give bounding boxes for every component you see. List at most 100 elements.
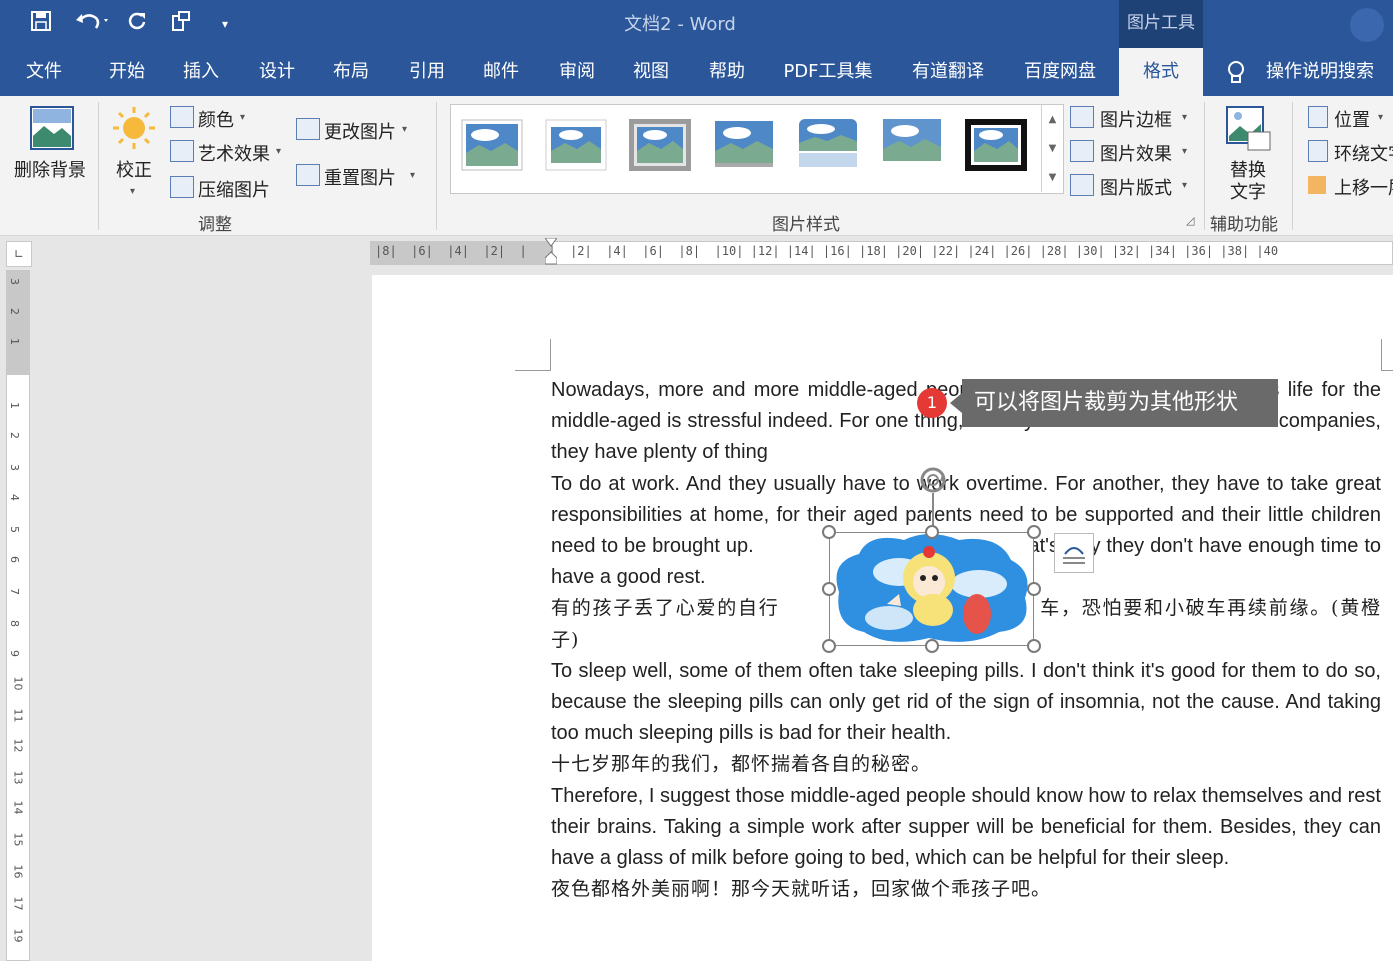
resize-handle[interactable] [1027, 582, 1041, 596]
ruler-number: 19 [11, 928, 25, 943]
alt-text-label-line2: 文字 [1230, 182, 1266, 203]
style-thumbnail[interactable] [545, 119, 607, 171]
undo-icon[interactable] [72, 10, 112, 38]
ruler-number: 17 [11, 896, 25, 911]
wrap-text-button[interactable]: 环绕文字 [1306, 140, 1393, 166]
position-label: 位置 [1334, 110, 1370, 131]
remove-background-button[interactable]: 删除背景 [12, 100, 90, 190]
indent-marker-icon[interactable] [544, 237, 558, 268]
resize-handle[interactable] [925, 639, 939, 653]
ruler-number: 1 [8, 338, 21, 345]
app-name: Word [689, 14, 736, 35]
remove-background-label: 删除背景 [14, 160, 86, 181]
color-button[interactable]: 颜色 ▾ [170, 106, 280, 132]
tab-layout[interactable]: 布局 [322, 48, 380, 96]
tell-me-search[interactable]: 操作说明搜索 [1258, 48, 1382, 96]
ruler-number: 2 [8, 432, 21, 439]
tab-references[interactable]: 引用 [398, 48, 456, 96]
group-separator [1292, 102, 1293, 230]
reset-picture-label: 重置图片 [324, 168, 396, 189]
redo-icon[interactable] [124, 10, 150, 38]
resize-handle[interactable] [822, 525, 836, 539]
tab-review[interactable]: 审阅 [548, 48, 606, 96]
bring-forward-label: 上移一层 [1334, 178, 1393, 199]
chevron-down-icon: ▾ [410, 170, 416, 181]
artistic-effects-button[interactable]: 艺术效果 ▾ [170, 140, 290, 166]
tab-selector-icon[interactable]: ∟ [6, 241, 32, 267]
ruler-number: 14 [11, 800, 25, 815]
style-thumbnail[interactable] [965, 119, 1027, 171]
compress-pictures-button[interactable]: 压缩图片 [170, 176, 280, 202]
style-thumbnail[interactable] [461, 119, 523, 171]
artistic-effects-label: 艺术效果 [198, 144, 270, 165]
resize-handle[interactable] [925, 525, 939, 539]
tab-file[interactable]: 文件 [12, 48, 76, 96]
tab-design[interactable]: 设计 [248, 48, 306, 96]
corrections-button[interactable]: 校正 ▾ [106, 100, 162, 200]
position-button[interactable]: 位置 ▾ [1306, 106, 1393, 132]
picture-effects-label: 图片效果 [1100, 144, 1172, 165]
resize-handle[interactable] [822, 582, 836, 596]
dialog-launcher-icon[interactable]: ◿ [1186, 214, 1194, 227]
change-picture-button[interactable]: 更改图片 ▾ [296, 118, 416, 144]
vertical-ruler[interactable]: 3 2 1 1 2 3 4 5 6 7 8 9 10 11 12 13 14 1… [6, 270, 30, 961]
picture-selection-frame [829, 532, 1034, 646]
ribbon-tab-bar: 文件 开始 插入 设计 布局 引用 邮件 审阅 视图 帮助 PDF工具集 有道翻… [0, 48, 1393, 96]
chevron-down-icon: ▾ [1378, 112, 1384, 123]
paragraph[interactable]: To sleep well, some of them often take s… [551, 656, 1381, 750]
style-thumbnail[interactable] [797, 119, 859, 171]
tab-youdao-translate[interactable]: 有道翻译 [902, 48, 994, 96]
tab-help[interactable]: 帮助 [698, 48, 756, 96]
step-badge: 1 [917, 388, 947, 418]
margin-corner-mark [1381, 339, 1393, 371]
group-separator [436, 102, 437, 230]
picture-border-button[interactable]: 图片边框 ▾ [1070, 106, 1200, 132]
resize-handle[interactable] [1027, 639, 1041, 653]
picture-effects-button[interactable]: 图片效果 ▾ [1070, 140, 1200, 166]
resize-handle[interactable] [1027, 525, 1041, 539]
tab-view[interactable]: 视图 [622, 48, 680, 96]
remove-background-icon [30, 106, 74, 150]
picture-layout-button[interactable]: 图片版式 ▾ [1070, 174, 1200, 200]
color-icon [170, 106, 194, 128]
layout-options-button[interactable] [1054, 533, 1094, 573]
gallery-scroll-up-icon[interactable]: ▲ [1041, 105, 1063, 134]
ruler-number: 3 [8, 464, 21, 471]
tab-home[interactable]: 开始 [98, 48, 156, 96]
horizontal-ruler[interactable]: ∟ |8| |6| |4| |2| | | |2| |4| |6| |8| |1… [0, 237, 1393, 275]
ruler-number: 16 [11, 864, 25, 879]
save-icon[interactable] [28, 10, 54, 38]
style-thumbnail[interactable] [881, 119, 943, 171]
alt-text-button[interactable]: 替换 文字 [1216, 100, 1282, 203]
tab-baidu-netdisk[interactable]: 百度网盘 [1014, 48, 1106, 96]
selected-picture[interactable] [822, 525, 1041, 653]
account-avatar[interactable] [1350, 8, 1384, 42]
document-page[interactable]: Nowadays, more and more middle-aged peop… [372, 275, 1393, 961]
reset-picture-icon [296, 164, 320, 186]
style-thumbnail[interactable] [629, 119, 691, 171]
paragraph[interactable]: 十七岁那年的我们，都怀揣着各自的秘密。 [551, 749, 1381, 780]
customize-qat-icon[interactable]: ▾ [212, 10, 238, 38]
wrap-text-icon [1308, 140, 1328, 162]
gallery-scroll-down-icon[interactable]: ▼ [1041, 134, 1063, 163]
document-name: 文档2 [624, 14, 672, 35]
lightbulb-icon [1226, 60, 1246, 90]
position-icon [1308, 106, 1328, 128]
tab-mailings[interactable]: 邮件 [472, 48, 530, 96]
paragraph[interactable]: Therefore, I suggest those middle-aged p… [551, 781, 1381, 875]
paragraph[interactable]: 夜色都格外美丽啊！那今天就听话，回家做个乖孩子吧。 [551, 874, 1381, 905]
bring-forward-button[interactable]: 上移一层 [1306, 174, 1393, 200]
tab-pdf-tools[interactable]: PDF工具集 [776, 48, 880, 96]
resize-handle[interactable] [822, 639, 836, 653]
paragraph-text[interactable]: 有的孩子丢了心爱的自行 [551, 597, 780, 619]
style-thumbnail[interactable] [713, 119, 775, 171]
tab-insert[interactable]: 插入 [172, 48, 230, 96]
format-painter-icon[interactable] [168, 10, 194, 38]
tab-format[interactable]: 格式 [1119, 48, 1203, 96]
reset-picture-button[interactable]: 重置图片 ▾ [296, 164, 420, 190]
gallery-more-icon[interactable]: ▼ [1041, 163, 1063, 192]
chevron-down-icon: ▾ [1182, 112, 1188, 123]
ruler-numbers: |8| |6| |4| |2| | | |2| |4| |6| |8| |10|… [375, 244, 1279, 258]
ruler-number: 12 [11, 738, 25, 753]
title-bar: ▾ 文档2 - Word 图片工具 [0, 0, 1393, 48]
